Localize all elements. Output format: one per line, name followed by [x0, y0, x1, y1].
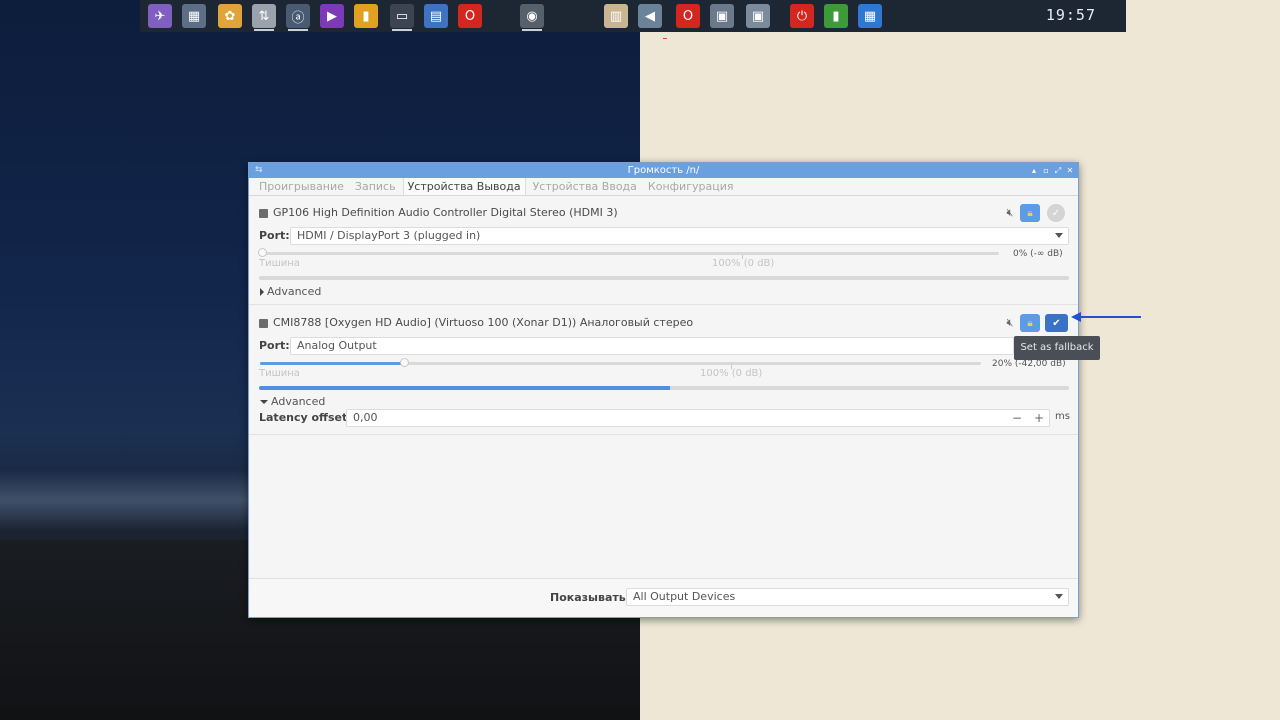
opera-browser-icon[interactable]: O: [458, 4, 482, 28]
audio-card-icon: [259, 319, 268, 328]
active-indicator: [392, 29, 412, 31]
advanced-expander[interactable]: Advanced: [260, 395, 325, 408]
list-end-separator: [249, 434, 1078, 435]
tab-playback[interactable]: Проигрывание: [255, 178, 348, 195]
port-select-value: HDMI / DisplayPort 3 (plugged in): [297, 229, 481, 242]
latency-unit: ms: [1055, 411, 1070, 422]
chevron-down-icon: [1055, 233, 1063, 238]
network-icon[interactable]: ▦: [858, 4, 882, 28]
arrows-updown-icon[interactable]: ⇅: [252, 4, 276, 31]
advanced-label: Advanced: [267, 285, 322, 298]
annotation-arrow-icon: [1071, 312, 1141, 322]
expander-right-icon: [260, 288, 264, 296]
volume-slider[interactable]: [260, 358, 981, 369]
device-name: CMI8788 [Oxygen HD Audio] (Virtuoso 100 …: [273, 316, 694, 329]
window-thumbnail-icon[interactable]: ▣: [710, 4, 734, 28]
system-monitor-icon[interactable]: ▮: [824, 4, 848, 28]
window-thumbnail-icon[interactable]: ▣: [746, 4, 770, 28]
volume-value: 0% (-∞ dB): [1013, 249, 1063, 259]
set-fallback-button[interactable]: ✔: [1045, 314, 1068, 332]
tab-input-devices[interactable]: Устройства Ввода: [529, 178, 641, 195]
circle-a-icon[interactable]: ⓐ: [286, 4, 310, 31]
peak-meter-fill: [259, 386, 671, 390]
tab-output-devices[interactable]: Устройства Вывода: [402, 178, 526, 195]
advanced-label: Advanced: [271, 395, 326, 408]
mute-toggle-icon[interactable]: 🔇︎: [1000, 314, 1020, 332]
peak-meter: [259, 276, 1069, 280]
window-menu-icon[interactable]: ⇆: [255, 163, 263, 178]
latency-offset-label: Latency offset:: [259, 411, 352, 424]
close-icon[interactable]: ✕: [1066, 163, 1074, 178]
tab-configuration[interactable]: Конфигурация: [644, 178, 738, 195]
top-panel: ✈ ▦ ✿ ⇅ ⓐ ▶ ▮ ▭ ▤ O ◉ ▥ ◀ O ▣ ▣ ⏻ ▮ ▦ 19:57: [140, 0, 1126, 32]
volume-control-icon[interactable]: ◀: [638, 4, 662, 28]
hundred-percent-label: 100% (0 dB): [712, 258, 775, 269]
active-indicator: [254, 29, 274, 31]
calculator-icon[interactable]: ▦: [182, 4, 206, 28]
chevron-down-icon: [1055, 594, 1063, 599]
volume-slider-fill: [260, 362, 405, 365]
stray-mark: [663, 38, 667, 39]
lock-channels-button[interactable]: 🔒︎: [1020, 204, 1040, 222]
shade-icon[interactable]: ▫: [1042, 163, 1050, 178]
audio-equalizer-icon[interactable]: ▮: [354, 4, 378, 28]
active-indicator: [522, 29, 542, 31]
port-select[interactable]: HDMI / DisplayPort 3 (plugged in): [290, 227, 1069, 245]
disk-utility-icon[interactable]: ◉: [520, 4, 544, 31]
silence-label: Тишина: [259, 258, 300, 269]
lock-channels-button[interactable]: 🔒︎: [1020, 314, 1040, 332]
terminal-icon[interactable]: ▭: [390, 4, 414, 31]
telegram-icon[interactable]: ✈: [148, 4, 172, 28]
device-filter-select[interactable]: All Output Devices: [626, 588, 1069, 606]
volume-value: 20% (-42,00 dB): [992, 359, 1066, 369]
maximize-icon[interactable]: ⤢: [1054, 163, 1062, 178]
device-name: GP106 High Definition Audio Controller D…: [273, 206, 618, 219]
hundred-percent-label: 100% (0 dB): [700, 368, 763, 379]
audio-card-icon: [259, 209, 268, 218]
volume-control-window: ⇆ Громкость /n/ ▴ ▫ ⤢ ✕ Проигрывание Зап…: [248, 162, 1079, 618]
port-select-value: Analog Output: [297, 339, 377, 352]
minimize-icon[interactable]: ▴: [1030, 163, 1038, 178]
mute-toggle-icon[interactable]: 🔇︎: [1000, 204, 1020, 222]
panel-clock[interactable]: 19:57: [1046, 6, 1096, 24]
power-icon[interactable]: ⏻: [790, 4, 814, 28]
file-manager-icon[interactable]: ▤: [424, 4, 448, 28]
bottom-bar: Показывать: All Output Devices: [249, 578, 1078, 617]
increment-button[interactable]: +: [1029, 409, 1049, 427]
show-filter-label: Показывать:: [550, 591, 631, 604]
latency-offset-value: 0,00: [353, 411, 378, 424]
silence-label: Тишина: [259, 368, 300, 379]
expander-down-icon: [260, 400, 268, 404]
decrement-button[interactable]: −: [1007, 409, 1027, 427]
tab-recording[interactable]: Запись: [351, 178, 400, 195]
output-device-analog: CMI8788 [Oxygen HD Audio] (Virtuoso 100 …: [249, 311, 1078, 436]
port-label: Port:: [259, 229, 290, 242]
set-fallback-button[interactable]: ✓: [1047, 204, 1065, 222]
volume-slider-handle[interactable]: [400, 358, 410, 367]
latency-offset-input[interactable]: 0,00: [346, 409, 1050, 427]
media-player-icon[interactable]: ▶: [320, 4, 344, 28]
opera-browser-icon[interactable]: O: [676, 4, 700, 28]
output-device-hdmi: GP106 High Definition Audio Controller D…: [249, 201, 1078, 303]
advanced-expander[interactable]: Advanced: [260, 285, 321, 298]
device-filter-value: All Output Devices: [633, 590, 736, 603]
notepad-icon[interactable]: ▥: [604, 4, 628, 28]
active-indicator: [288, 29, 308, 31]
port-label: Port:: [259, 339, 290, 352]
tab-bar: Проигрывание Запись Устройства Вывода Ус…: [249, 178, 1078, 196]
window-title: Громкость /n/: [627, 165, 700, 176]
port-select[interactable]: Analog Output: [290, 337, 1014, 355]
window-titlebar[interactable]: ⇆ Громкость /n/ ▴ ▫ ⤢ ✕: [249, 163, 1078, 178]
volume-slider[interactable]: [258, 248, 999, 259]
device-separator: [249, 304, 1078, 305]
fallback-tooltip: Set as fallback: [1014, 336, 1100, 360]
peak-meter: [259, 386, 1069, 390]
volume-slider-handle[interactable]: [258, 248, 267, 257]
paint-palette-icon[interactable]: ✿: [218, 4, 242, 28]
